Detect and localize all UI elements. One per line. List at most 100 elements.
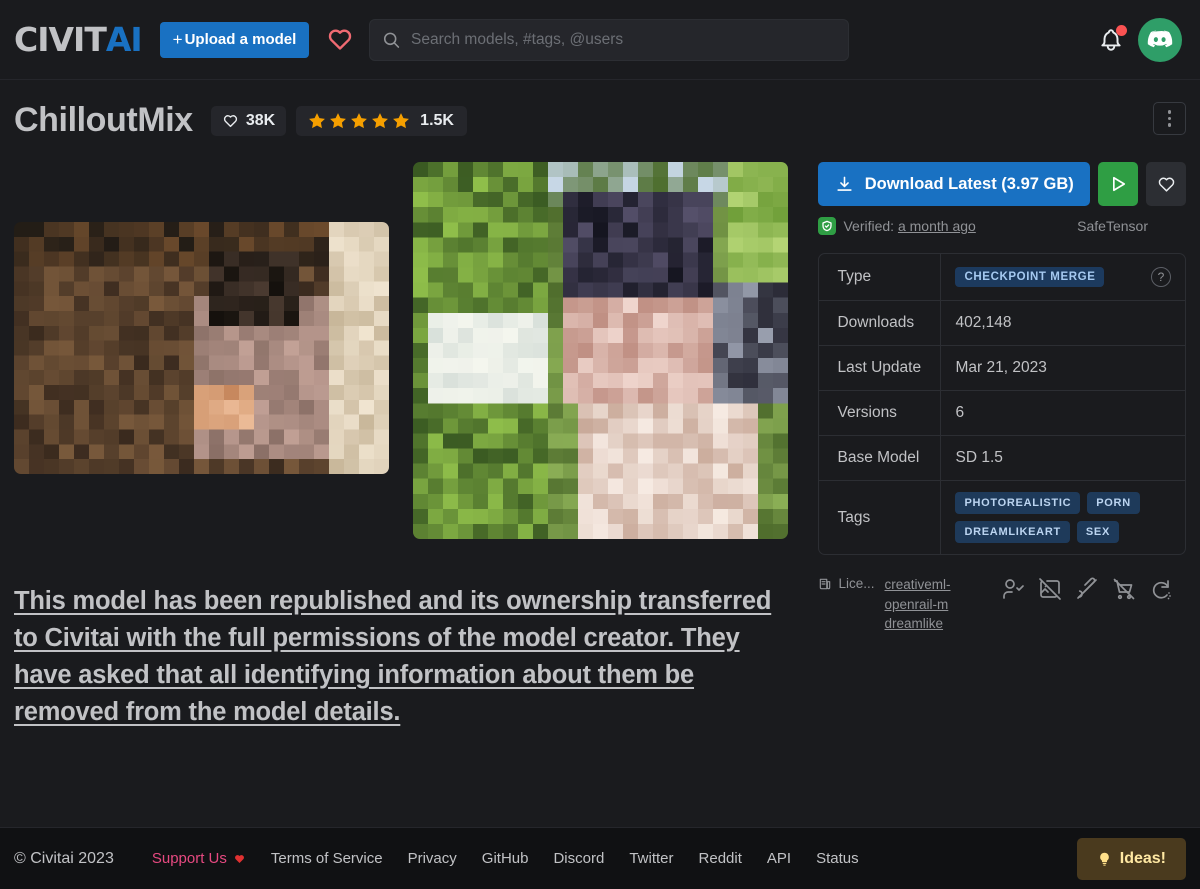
search-bar[interactable] (369, 18, 850, 61)
table-row: Versions 6 (819, 391, 1185, 436)
search-input[interactable] (411, 30, 837, 49)
main-content: This model has been republished and its … (0, 140, 1200, 731)
footer-link-label: GitHub (481, 850, 529, 867)
license-row: Lice... creativeml-openrail-m dreamlike (818, 575, 1186, 634)
model-title-bar: ChilloutMix 38K 1.5K (0, 80, 1200, 140)
rotate-off-icon[interactable] (1149, 577, 1173, 601)
detail-value-last-update: Mar 21, 2023 (955, 359, 1047, 376)
footer-links: Support Us Terms of Service Privacy GitHub D… (152, 850, 859, 867)
star-icon (393, 112, 410, 128)
footer-link-privacy[interactable]: Privacy (408, 850, 457, 867)
heart-icon (234, 854, 244, 863)
star-icon (309, 112, 326, 128)
heart-icon (1158, 177, 1174, 192)
dots-vertical-icon (1167, 110, 1172, 114)
detail-key-last-update: Last Update (819, 346, 942, 390)
gallery-image-1[interactable] (14, 222, 389, 474)
footer-link-label: API (766, 850, 792, 867)
lightbulb-icon (1099, 852, 1109, 866)
file-format-label: SafeTensor (1077, 218, 1148, 234)
detail-key-tags: Tags (819, 481, 942, 554)
star-rating (307, 111, 411, 131)
footer-link-status[interactable]: Status (816, 850, 859, 867)
license-link[interactable]: creativeml-openrail-m dreamlike (885, 575, 969, 634)
like-count-pill[interactable]: 38K (210, 105, 287, 136)
footer-link-label: Twitter (629, 850, 674, 867)
dots-vertical-icon (1167, 116, 1172, 121)
favorites-heart-icon[interactable] (325, 26, 355, 53)
detail-value-versions: 6 (955, 404, 965, 421)
shopping-cart-off-icon[interactable] (1112, 577, 1136, 601)
tag-chip[interactable]: DREAMLIKEART (955, 521, 1070, 543)
civitai-logo[interactable]: CIVIT AI (14, 20, 143, 59)
notifications-button[interactable] (1098, 25, 1127, 53)
footer-link-github[interactable]: GitHub (482, 850, 529, 867)
discord-icon (1147, 30, 1173, 48)
table-row: Type CHECKPOINT MERGE ? (819, 254, 1185, 301)
verified-label: Verified: (843, 218, 895, 234)
download-button-label: Download Latest (3.97 GB) (864, 174, 1074, 193)
permission-icons (1001, 575, 1173, 601)
left-column: This model has been republished and its … (14, 162, 794, 731)
dots-vertical-icon (1167, 123, 1172, 127)
rating-pill[interactable]: 1.5K (296, 105, 467, 136)
footer-link-reddit[interactable]: Reddit (699, 850, 742, 867)
detail-value-downloads: 402,148 (955, 314, 1012, 331)
heart-icon (223, 114, 237, 127)
table-row: Last Update Mar 21, 2023 (819, 346, 1185, 391)
brush-off-icon[interactable] (1075, 577, 1099, 601)
play-icon (1113, 176, 1126, 192)
footer-link-label: Support Us (151, 850, 227, 867)
favorite-model-button[interactable] (1146, 162, 1186, 206)
footer-link-terms-of-service[interactable]: Terms of Service (271, 850, 383, 867)
user-avatar-discord[interactable] (1138, 18, 1182, 62)
model-details-table: Type CHECKPOINT MERGE ? Downloads 402,14… (818, 253, 1186, 555)
table-row: Tags PHOTOREALISTIC PORN DREAMLIKEART SEX (819, 481, 1185, 554)
gallery-image-2[interactable] (413, 162, 788, 539)
tag-chip[interactable]: SEX (1076, 521, 1120, 543)
table-row: Base Model SD 1.5 (819, 436, 1185, 481)
upload-a-model-button[interactable]: + Upload a model (159, 21, 310, 58)
like-count: 38K (245, 111, 276, 129)
license-label-group: Lice... (818, 575, 875, 591)
model-preview-image-2 (413, 162, 788, 539)
ideas-button-label: Ideas! (1119, 849, 1166, 867)
license-icon (820, 578, 831, 589)
footer-link-twitter[interactable]: Twitter (629, 850, 673, 867)
ideas-button[interactable]: Ideas! (1076, 837, 1186, 880)
tag-chip[interactable]: PORN (1087, 492, 1140, 514)
download-icon (837, 176, 852, 191)
user-check-icon[interactable] (1001, 577, 1025, 601)
detail-value-type: CHECKPOINT MERGE ? (941, 254, 1185, 300)
star-icon (372, 112, 389, 128)
license-label: Lice... (838, 576, 875, 591)
image-gallery (14, 162, 794, 539)
detail-key-type: Type (819, 254, 942, 300)
footer-link-api[interactable]: API (767, 850, 791, 867)
detail-value-base-model: SD 1.5 (955, 449, 1003, 466)
download-latest-button[interactable]: Download Latest (3.97 GB) (818, 162, 1090, 206)
footer-link-support-us[interactable]: Support Us (152, 850, 246, 867)
star-icon (351, 112, 368, 128)
model-type-chip[interactable]: CHECKPOINT MERGE (955, 267, 1105, 287)
detail-key-versions: Versions (819, 391, 942, 435)
footer-link-discord[interactable]: Discord (553, 850, 604, 867)
photo-off-icon[interactable] (1038, 577, 1062, 601)
more-options-button[interactable] (1153, 102, 1186, 135)
page-title: ChilloutMix (14, 101, 193, 139)
footer-link-label: Discord (553, 850, 605, 867)
run-model-button[interactable] (1098, 162, 1138, 206)
detail-key-base-model: Base Model (819, 436, 942, 480)
tag-chip[interactable]: PHOTOREALISTIC (955, 492, 1081, 514)
download-actions-row: Download Latest (3.97 GB) (818, 162, 1186, 206)
star-icon (330, 112, 347, 128)
verified-date-link[interactable]: a month ago (898, 218, 976, 234)
plus-icon: + (172, 30, 183, 49)
footer-link-label: Status (816, 850, 859, 867)
help-circle-icon[interactable]: ? (1151, 267, 1171, 287)
footer-link-label: Terms of Service (270, 850, 383, 867)
verification-status-row: Verified: a month ago SafeTensor (818, 217, 1186, 235)
site-header: CIVIT AI + Upload a model (0, 0, 1200, 80)
footer-link-label: Reddit (698, 850, 742, 867)
shield-check-icon (818, 217, 837, 235)
